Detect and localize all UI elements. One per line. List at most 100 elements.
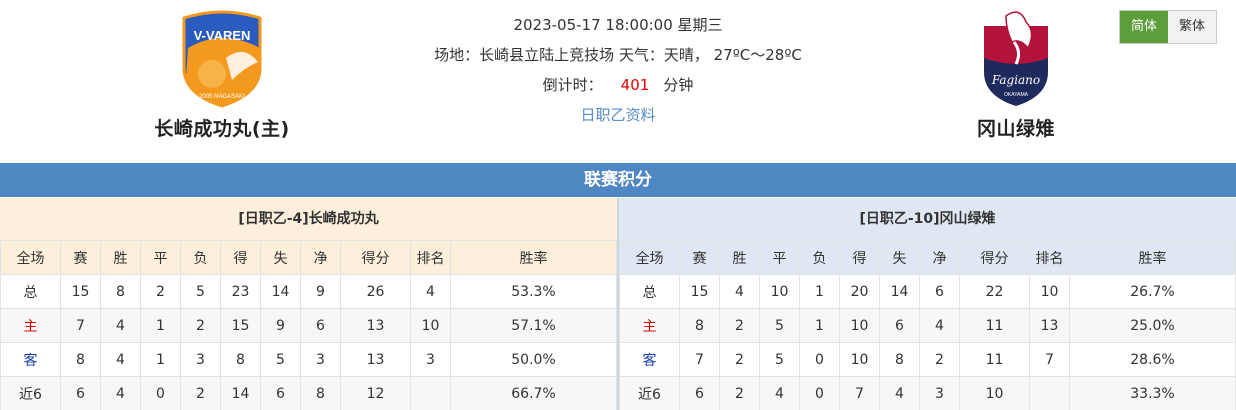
svg-text:2005 NAGASAKI: 2005 NAGASAKI	[199, 94, 245, 100]
row-label: 主	[0, 308, 61, 343]
table-cell: 10	[839, 342, 880, 377]
table-cell: 33.3%	[1069, 376, 1236, 410]
table-cell: 2	[719, 342, 760, 377]
away-team: Fagiano OKAYAMA 冈山绿雉	[936, 0, 1096, 141]
svg-text:V-VAREN: V-VAREN	[194, 28, 251, 43]
away-team-logo[interactable]: Fagiano OKAYAMA	[936, 0, 1096, 110]
row-label: 近6	[619, 376, 680, 410]
table-cell: 23	[220, 274, 261, 309]
column-header: 全场	[619, 240, 680, 275]
table-cell	[1029, 376, 1070, 410]
table-cell: 0	[799, 376, 840, 410]
away-team-name[interactable]: 冈山绿雉	[936, 114, 1096, 141]
table-cell: 3	[180, 342, 221, 377]
table-cell: 4	[410, 274, 451, 309]
home-team-logo[interactable]: V-VAREN 2005 NAGASAKI	[142, 0, 302, 110]
row-label: 客	[619, 342, 680, 377]
table-cell: 26.7%	[1069, 274, 1236, 309]
table-cell: 8	[60, 342, 101, 377]
home-standings-panel: [日职乙-4]长崎成功丸 全场赛胜平负得失净得分 排名 胜率 总 15 8 2 5 23 14 9…	[0, 198, 617, 410]
table-cell: 8	[220, 342, 261, 377]
column-header: 净	[919, 240, 960, 275]
table-cell: 50.0%	[450, 342, 617, 377]
table-cell: 6	[679, 376, 720, 410]
away-standings-title: [日职乙-10]冈山绿雉	[619, 198, 1236, 240]
table-cell: 13	[340, 342, 411, 377]
table-cell: 25.0%	[1069, 308, 1236, 343]
simplified-chinese-button[interactable]: 简体	[1120, 11, 1168, 43]
column-header: 胜	[100, 240, 141, 275]
match-countdown: 倒计时： 401 分钟	[368, 70, 868, 100]
table-cell: 9	[300, 274, 341, 309]
table-cell: 3	[919, 376, 960, 410]
column-header: 排名	[1029, 240, 1070, 275]
column-header: 得	[839, 240, 880, 275]
table-cell: 6	[260, 376, 301, 410]
table-cell: 4	[719, 274, 760, 309]
column-header: 得分	[340, 240, 411, 275]
table-cell: 8	[879, 342, 920, 377]
home-team: V-VAREN 2005 NAGASAKI 长崎成功丸(主)	[142, 0, 302, 141]
table-row: 主 7 4 1 2 15 9 6 13 10 57.1%	[0, 308, 617, 343]
home-team-name[interactable]: 长崎成功丸(主)	[142, 114, 302, 141]
table-cell: 6	[919, 274, 960, 309]
column-header: 胜率	[1069, 240, 1236, 275]
row-label: 总	[619, 274, 680, 309]
table-cell: 6	[300, 308, 341, 343]
table-cell: 28.6%	[1069, 342, 1236, 377]
column-header: 净	[300, 240, 341, 275]
table-row: 近6 6 4 0 2 14 6 8 12 66.7%	[0, 376, 617, 410]
away-standings-table: 全场赛胜平负得失净得分 排名 胜率 总 15 4 10 1 20 14 6 22 10 26.7% 主 8 2…	[619, 240, 1236, 410]
table-row: 总 15 8 2 5 23 14 9 26 4 53.3%	[0, 274, 617, 309]
table-cell: 2	[919, 342, 960, 377]
table-cell: 5	[260, 342, 301, 377]
table-cell: 2	[180, 376, 221, 410]
table-cell: 0	[140, 376, 181, 410]
column-header: 胜	[719, 240, 760, 275]
table-cell: 10	[839, 308, 880, 343]
table-row: 客 7 2 5 0 10 8 2 11 7 28.6%	[619, 342, 1236, 377]
traditional-chinese-button[interactable]: 繁体	[1168, 11, 1216, 43]
countdown-label: 倒计时：	[542, 76, 603, 94]
table-cell: 5	[759, 308, 800, 343]
row-label: 总	[0, 274, 61, 309]
table-cell: 2	[140, 274, 181, 309]
table-cell: 6	[60, 376, 101, 410]
table-cell: 11	[959, 342, 1030, 377]
column-header: 平	[140, 240, 181, 275]
table-cell: 1	[799, 274, 840, 309]
table-cell: 66.7%	[450, 376, 617, 410]
column-header: 失	[260, 240, 301, 275]
match-header: V-VAREN 2005 NAGASAKI 长崎成功丸(主) 2023-05-1…	[0, 0, 1236, 162]
table-cell: 11	[959, 308, 1030, 343]
table-cell: 15	[60, 274, 101, 309]
table-cell	[410, 376, 451, 410]
column-header: 排名	[410, 240, 451, 275]
table-cell: 6	[879, 308, 920, 343]
column-header: 胜率	[450, 240, 617, 275]
table-cell: 4	[100, 376, 141, 410]
table-cell: 4	[100, 342, 141, 377]
match-venue-weather: 场地：长崎县立陆上竞技场 天气：天晴， 27ºC～28ºC	[434, 46, 802, 64]
column-header: 负	[180, 240, 221, 275]
table-cell: 4	[100, 308, 141, 343]
table-cell: 2	[719, 376, 760, 410]
home-standings-table: 全场赛胜平负得失净得分 排名 胜率 总 15 8 2 5 23 14 9 26 4 53.3% 主 7 4 1 2…	[0, 240, 617, 410]
table-cell: 10	[959, 376, 1030, 410]
column-header: 全场	[0, 240, 61, 275]
league-info-link[interactable]: 日职乙资料	[368, 100, 868, 130]
table-row: 客 8 4 1 3 8 5 3 13 3 50.0%	[0, 342, 617, 377]
table-header-row: 全场赛胜平负得失净得分 排名 胜率	[619, 240, 1236, 275]
match-datetime: 2023-05-17 18:00:00 星期三	[513, 16, 723, 34]
match-info: 2023-05-17 18:00:00 星期三 场地：长崎县立陆上竞技场 天气：…	[368, 10, 868, 130]
svg-text:Fagiano: Fagiano	[991, 73, 1040, 87]
table-cell: 3	[300, 342, 341, 377]
table-row: 近6 6 2 4 0 7 4 3 10 33.3%	[619, 376, 1236, 410]
table-cell: 22	[959, 274, 1030, 309]
table-cell: 8	[300, 376, 341, 410]
table-cell: 2	[719, 308, 760, 343]
table-cell: 0	[799, 342, 840, 377]
column-header: 得	[220, 240, 261, 275]
table-cell: 7	[1029, 342, 1070, 377]
column-header: 得分	[959, 240, 1030, 275]
